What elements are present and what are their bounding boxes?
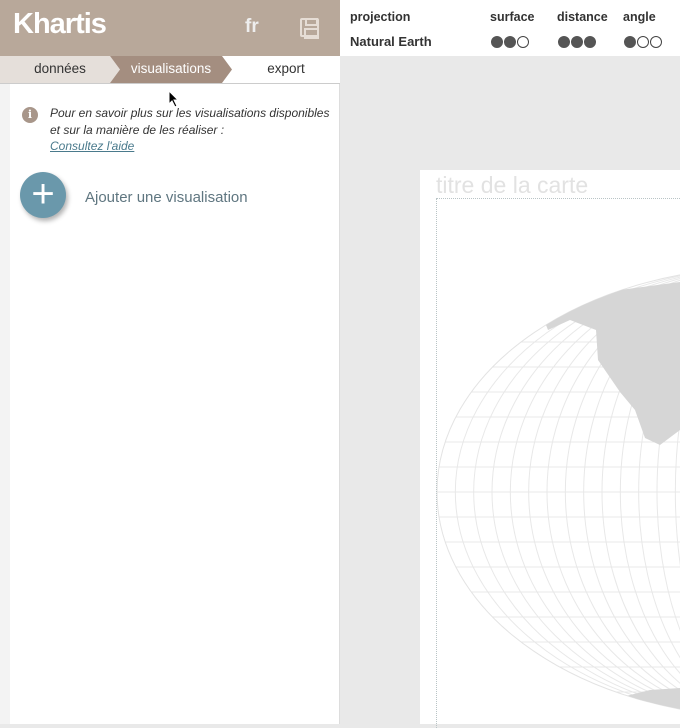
step-tabs: données visualisations export bbox=[0, 56, 340, 84]
map-title[interactable]: titre de la carte bbox=[436, 172, 588, 199]
empty-dot-icon bbox=[650, 36, 662, 48]
logo: Khartis bbox=[13, 8, 107, 40]
app-header: Khartis fr bbox=[0, 0, 340, 56]
filled-dot-icon bbox=[584, 36, 596, 48]
angle-rating bbox=[624, 36, 662, 48]
filled-dot-icon bbox=[491, 36, 503, 48]
projection-panel[interactable]: projection surface distance angle Natura… bbox=[340, 0, 680, 56]
language-button[interactable]: fr bbox=[245, 16, 259, 38]
empty-dot-icon bbox=[517, 36, 529, 48]
add-visualization-button[interactable]: + bbox=[20, 172, 66, 218]
filled-dot-icon bbox=[571, 36, 583, 48]
tab-donnees[interactable]: données bbox=[0, 56, 120, 83]
info-message: Pour en savoir plus sur les visualisatio… bbox=[50, 106, 330, 137]
map-frame bbox=[436, 198, 680, 728]
projection-header: projection bbox=[350, 10, 411, 24]
empty-dot-icon bbox=[637, 36, 649, 48]
left-panel: Khartis fr données visualisations export… bbox=[0, 0, 340, 724]
surface-header: surface bbox=[490, 10, 535, 24]
tab-export[interactable]: export bbox=[232, 56, 340, 83]
info-icon: i bbox=[22, 107, 38, 123]
help-link[interactable]: Consultez l'aide bbox=[50, 139, 134, 153]
filled-dot-icon bbox=[624, 36, 636, 48]
filled-dot-icon bbox=[558, 36, 570, 48]
angle-header: angle bbox=[623, 10, 656, 24]
filled-dot-icon bbox=[504, 36, 516, 48]
panel-edge bbox=[0, 84, 10, 724]
projection-name[interactable]: Natural Earth bbox=[350, 34, 432, 49]
add-visualization-label[interactable]: Ajouter une visualisation bbox=[85, 189, 248, 206]
surface-rating bbox=[491, 36, 529, 48]
floppy-disk-icon[interactable] bbox=[300, 18, 319, 39]
plus-icon: + bbox=[31, 172, 55, 216]
distance-header: distance bbox=[557, 10, 608, 24]
info-text: Pour en savoir plus sur les visualisatio… bbox=[50, 105, 335, 155]
distance-rating bbox=[558, 36, 596, 48]
mouse-cursor-icon bbox=[168, 90, 180, 108]
tab-visualisations[interactable]: visualisations bbox=[110, 56, 232, 83]
